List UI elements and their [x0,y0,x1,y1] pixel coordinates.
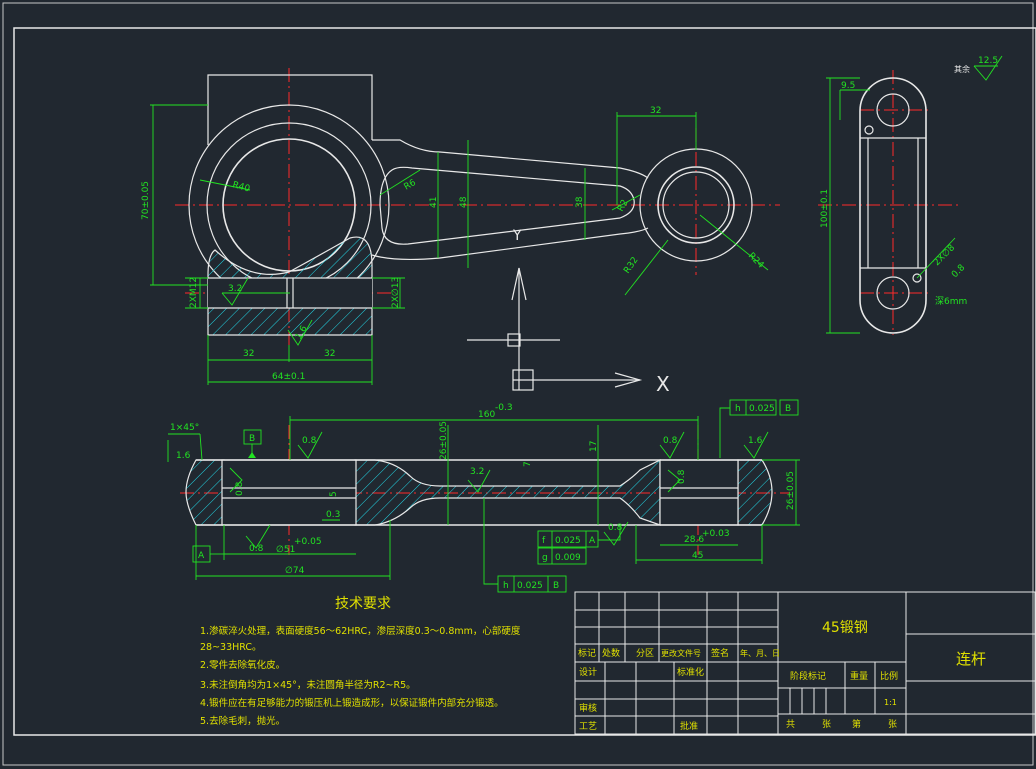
tb-sheets-unit2: 张 [888,719,897,730]
dim-48: 48 [459,196,469,208]
roughness-0-8-c: 0.8 [663,436,678,446]
roughness-1-6-right: 1.6 [748,436,763,446]
dim-160: 160 [478,410,495,420]
tech-requirement-line: 3.未注倒角均为1×45°，未注圆角半径为R2~R5。 [200,679,416,691]
dim-41: 41 [429,197,439,208]
fcf-bottom-val: 0.025 [517,581,543,591]
tb-approve: 批准 [680,720,698,732]
fcf-f-datum: A [589,536,596,546]
dim-2x-d13: 2X∅13 [391,277,401,308]
fcf-top-sym: h [735,404,741,414]
tb-sheets-total: 共 [786,719,795,730]
dim-70: 70±0.05 [141,181,151,220]
dim-32-left: 32 [243,349,254,359]
roughness-0-8-b: 0.8 [235,481,245,496]
tech-requirement-line: 1.渗碳淬火处理，表面硬度56～62HRC，渗层深度0.3～0.8mm，心部硬度 [200,625,521,637]
tb-standardize: 标准化 [677,666,704,678]
dim-2xm12: 2XM12 [189,277,199,308]
tb-zone: 分区 [636,648,654,659]
roughness-other-value: 12.5 [978,56,998,66]
tb-sheets-unit1: 张 [822,719,831,730]
fcf-g-val: 0.009 [555,553,581,563]
side-view [818,70,960,335]
title-block-text: 标记 处数 分区 更改文件号 签名 年、月、日 设计 标准化 审核 工艺 批准 … [578,620,986,732]
tb-part-name: 连杆 [956,650,986,668]
tb-mark: 标记 [578,647,596,659]
chamfer-1x45: 1×45° [170,423,199,433]
sheet-inner-border [13,27,1036,736]
dim-phi51-tol: +0.05 [294,537,322,547]
dim-phi74: ∅74 [285,566,305,576]
roughness-0-8-side: 0.8 [950,263,967,280]
fcf-f-sym: f [542,536,546,546]
fcf-g-sym: g [542,553,548,563]
fcf-bottom-sym: h [503,581,509,591]
roughness-3-2-top: 3.2 [228,284,242,294]
top-view: Y X [175,68,780,396]
dim-32-right: 32 [324,349,335,359]
roughness-0-8-d: 0.8 [677,469,687,484]
fcf-f-val: 0.025 [555,536,581,546]
dim-2x-phi8: 2X∅8 [932,243,957,268]
y-axis-label: Y [512,228,522,244]
roughness-0-8-e: 0.8 [249,544,264,554]
dim-38: 38 [575,196,585,208]
dim-17: 17 [589,441,599,452]
roughness-3-2-section: 3.2 [470,467,484,477]
dim-64: 64±0.1 [272,372,305,382]
datum-b-flag: B [249,434,255,444]
tech-requirement-line: 2.零件去除氧化皮。 [200,659,285,671]
dim-26-left: 26±0.05 [439,421,449,460]
dim-160-tol: -0.3 [495,403,513,413]
dim-32-top: 32 [650,106,661,116]
top-view-dimensions: 32 R40 70±0.05 R6 41 48 38 R2 R32 R24 2X… [141,104,769,385]
tb-change-doc: 更改文件号 [661,648,701,658]
tb-count: 处数 [602,647,620,659]
roughness-1-6-left: 1.6 [176,451,191,461]
dim-5: 5 [329,491,339,497]
side-view-dimensions: 9.5 100±0.1 2X∅8 0.8 深6mm 其余 12.5 [820,55,1003,334]
tb-date: 年、月、日 [740,648,780,658]
tb-review: 审核 [579,702,597,714]
x-axis-label: X [656,372,670,396]
dim-r24: R24 [746,251,766,271]
roughness-0-8-a: 0.8 [302,436,317,446]
dim-45: 45 [692,551,703,561]
dim-100: 100±0.1 [820,189,830,228]
datum-a-flag: A [198,551,205,561]
tb-weight: 重量 [850,670,868,682]
dim-phi51: ∅51 [276,545,295,555]
dim-7: 7 [523,461,533,467]
dim-28-6-tol: +0.03 [702,529,730,539]
tb-stage-mark: 阶段标记 [790,670,826,682]
cad-drawing: Y X 32 R40 70±0.05 R6 41 48 38 R2 R32 R2… [2,2,1036,766]
fcf-top-datum: B [785,404,791,414]
fcf-bottom-datum: B [553,581,559,591]
dim-0-3: 0.3 [326,510,340,520]
dim-r40: R40 [231,180,251,194]
tb-scale-label: 比例 [880,670,898,682]
tb-material: 45锻钢 [822,620,868,636]
tech-requirement-line: 28~33HRC。 [200,642,262,653]
tb-sheet-no: 第 [852,718,861,730]
tb-scale-value: 1:1 [884,698,897,707]
tb-design: 设计 [579,666,597,678]
tech-requirements-title: 技术要求 [335,596,391,612]
dim-r32: R32 [622,255,640,275]
tech-requirement-line: 4.锻件应在有足够能力的锻压机上锻造成形，以保证锻件内部充分锻透。 [200,697,504,709]
fcf-top-val: 0.025 [749,404,775,414]
dim-9-5: 9.5 [841,81,855,91]
roughness-other-label: 其余 [954,64,970,74]
depth-6mm: 深6mm [935,296,967,307]
technical-requirements: 技术要求 1.渗碳淬火处理，表面硬度56～62HRC，渗层深度0.3～0.8mm… [200,596,521,727]
dim-r6: R6 [403,178,419,193]
tb-process: 工艺 [579,721,597,732]
roughness-0-8-f: 0.8 [608,523,623,533]
dim-26-right: 26±0.05 [786,471,796,510]
tech-requirement-line: 5.去除毛刺，抛光。 [200,715,285,727]
dim-r2: R2 [616,198,631,213]
tb-signature: 签名 [711,647,729,659]
